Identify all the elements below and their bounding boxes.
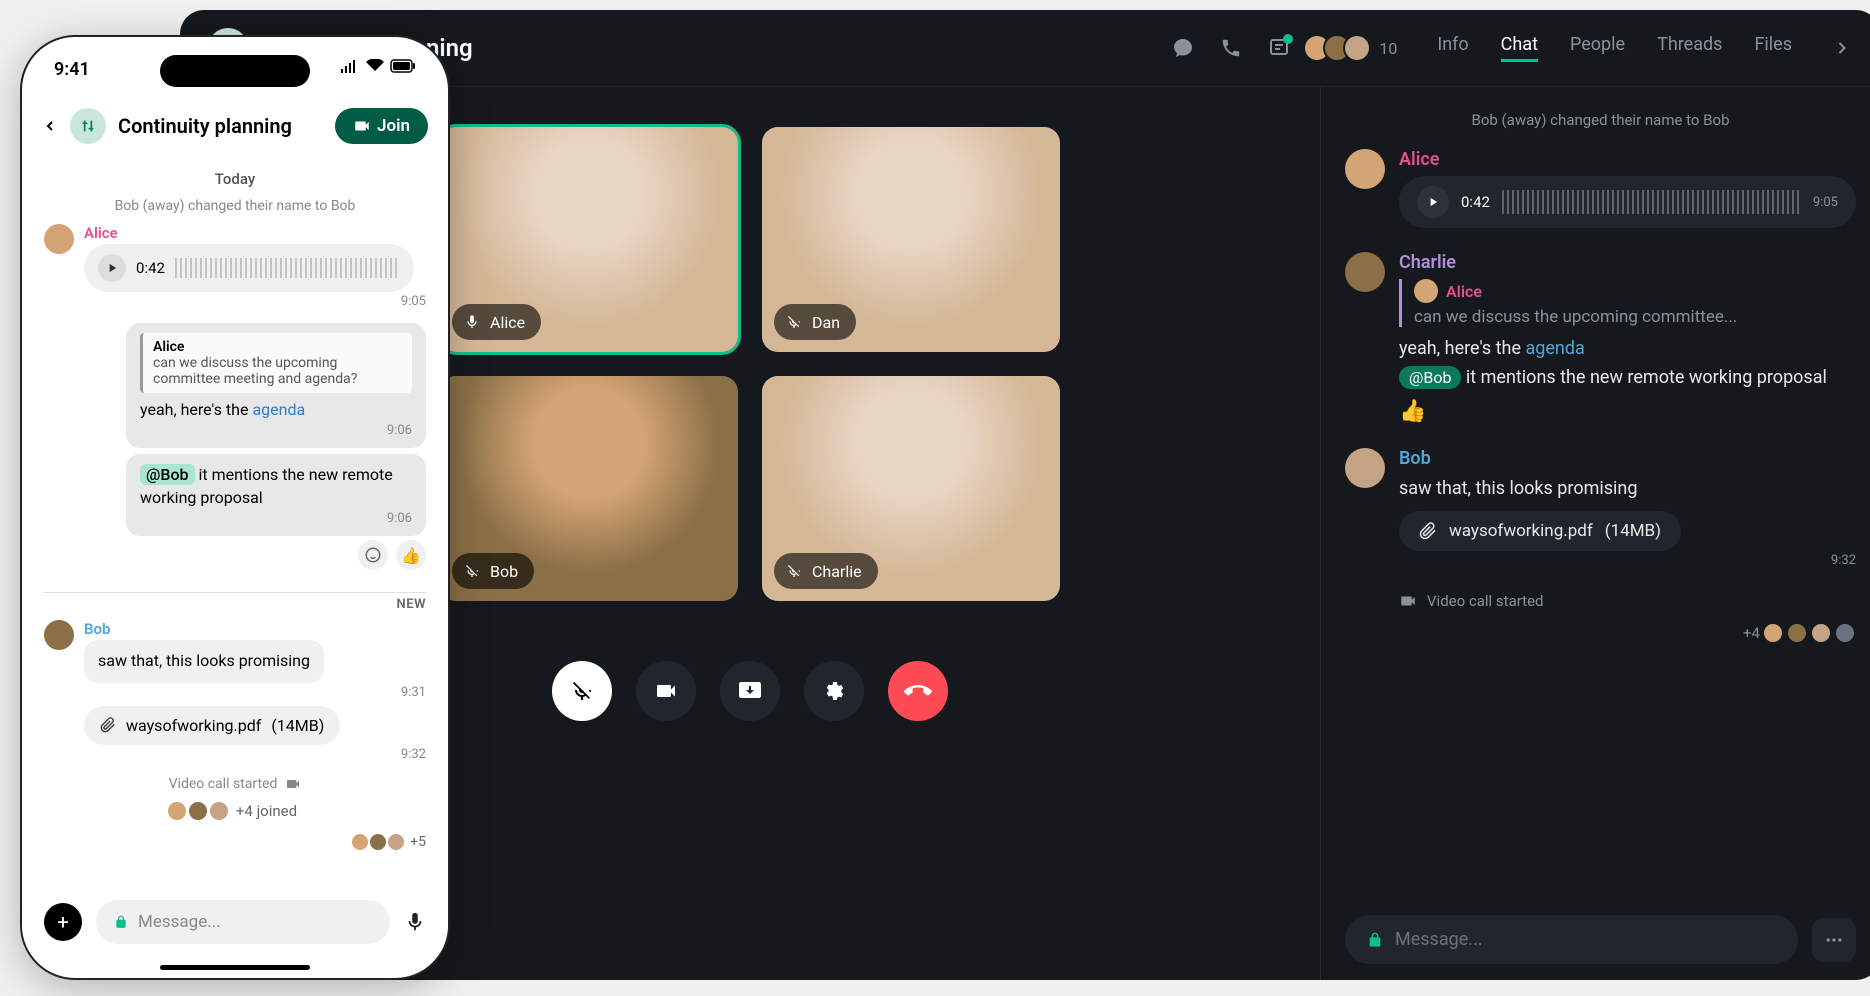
add-reaction-button[interactable] [358,540,388,570]
system-message: Bob (away) changed their name to Bob [1345,111,1856,129]
hangup-button[interactable] [888,661,948,721]
screenshare-button[interactable] [720,661,780,721]
play-icon[interactable] [98,254,126,282]
chat-bubble-icon[interactable] [1167,32,1199,64]
message-alice-voice: Alice 0:42 9:05 [44,224,426,309]
video-tile-bob[interactable]: Bob [440,376,738,601]
tab-people[interactable]: People [1570,34,1625,62]
mention-bob[interactable]: @Bob [1399,366,1461,389]
chat-panel: Bob (away) changed their name to Bob Ali… [1320,87,1870,980]
reaction-thumbs-up[interactable]: 👍 [396,540,426,570]
avatar [1345,149,1385,189]
file-attachment[interactable]: waysofworking.pdf (14MB) [1399,511,1681,551]
room-title: Continuity planning [118,114,323,138]
message-alice-voice: Alice 0:42 9:05 [1345,149,1856,228]
chevron-right-icon[interactable] [1832,38,1852,58]
avatar [44,620,74,650]
message-input[interactable]: Message... [96,900,390,944]
more-button[interactable] [1812,918,1856,962]
message-input[interactable]: Message... [1345,915,1798,964]
system-message: Bob (away) changed their name to Bob [44,198,426,214]
member-avatar-stack[interactable]: 10 [1311,34,1397,62]
quoted-message: Alice can we discuss the upcoming commit… [140,333,412,393]
join-button[interactable]: Join [335,108,428,144]
video-icon [353,117,371,135]
mic-on-icon [462,312,482,332]
joined-row: +4 joined [44,802,426,820]
play-icon[interactable] [1417,186,1449,218]
waveform-icon [1502,190,1801,214]
video-tile-dan[interactable]: Dan [762,127,1060,352]
waveform-icon [175,258,400,278]
paperclip-icon [100,717,116,733]
video-call-started-notice: Video call started [1399,592,1856,610]
tab-files[interactable]: Files [1754,34,1792,62]
video-icon [1399,592,1417,610]
voice-message[interactable]: 0:42 [84,244,414,292]
avatar [1345,448,1385,488]
new-marker: NEW [44,592,426,612]
back-button[interactable] [42,118,58,134]
avatar [1345,252,1385,292]
video-tile-charlie[interactable]: Charlie [762,376,1060,601]
avatar [44,224,74,254]
camera-button[interactable] [636,661,696,721]
mobile-composer: + Message... [22,890,448,954]
tab-info[interactable]: Info [1437,34,1468,62]
notch [160,55,310,87]
thread-icon[interactable] [1263,32,1295,64]
mic-muted-icon [784,561,804,581]
status-indicators [340,59,416,80]
mention-bob[interactable]: @Bob [140,464,195,485]
room-avatar-icon[interactable] [70,108,106,144]
settings-button[interactable] [804,661,864,721]
tab-threads[interactable]: Threads [1657,34,1722,62]
mobile-timeline[interactable]: Today Bob (away) changed their name to B… [22,156,448,906]
message-composer: Message... [1345,899,1856,964]
quoted-reply[interactable]: Alice can we discuss the upcoming commit… [1399,279,1856,327]
video-icon [285,776,301,792]
message-charlie: Charlie Alice can we discuss the upcomin… [1345,252,1856,424]
message-bob: Bob saw that, this looks promising wayso… [1345,448,1856,569]
call-controls [552,661,948,721]
file-attachment[interactable]: waysofworking.pdf (14MB) [84,706,340,745]
mute-button[interactable] [552,661,612,721]
message-bob: Bob saw that, this looks promising 9:31 … [44,620,426,761]
mobile-header: Continuity planning Join [22,80,448,156]
agenda-link[interactable]: agenda [252,400,305,419]
video-call-started-notice: Video call started [44,776,426,792]
add-button[interactable]: + [44,903,82,941]
joined-row-2: +5 [44,834,426,850]
paperclip-icon [1419,522,1437,540]
mic-muted-icon [462,561,482,581]
voice-message[interactable]: 0:42 9:05 [1399,176,1856,228]
home-indicator [160,965,310,970]
mobile-app-mock: 9:41 Continuity planning Join Today Bob … [20,35,450,980]
reply-bubble[interactable]: @Bob it mentions the new remote working … [126,454,426,536]
agenda-link[interactable]: agenda [1525,338,1584,359]
video-tile-alice[interactable]: Alice [440,127,738,352]
phone-icon[interactable] [1215,32,1247,64]
reply-bubble[interactable]: Alice can we discuss the upcoming commit… [126,323,426,448]
member-count: 10 [1379,39,1397,58]
day-divider: Today [44,170,426,188]
lock-icon [1367,932,1383,948]
mic-button[interactable] [404,911,426,933]
mic-muted-icon [784,312,804,332]
tab-chat[interactable]: Chat [1501,34,1538,62]
reaction-thumbs-up[interactable]: 👍 [1399,399,1856,424]
panel-tabs: Info Chat People Threads Files [1437,34,1792,62]
joined-avatars[interactable]: +4 [1345,622,1856,644]
lock-icon [114,915,128,929]
